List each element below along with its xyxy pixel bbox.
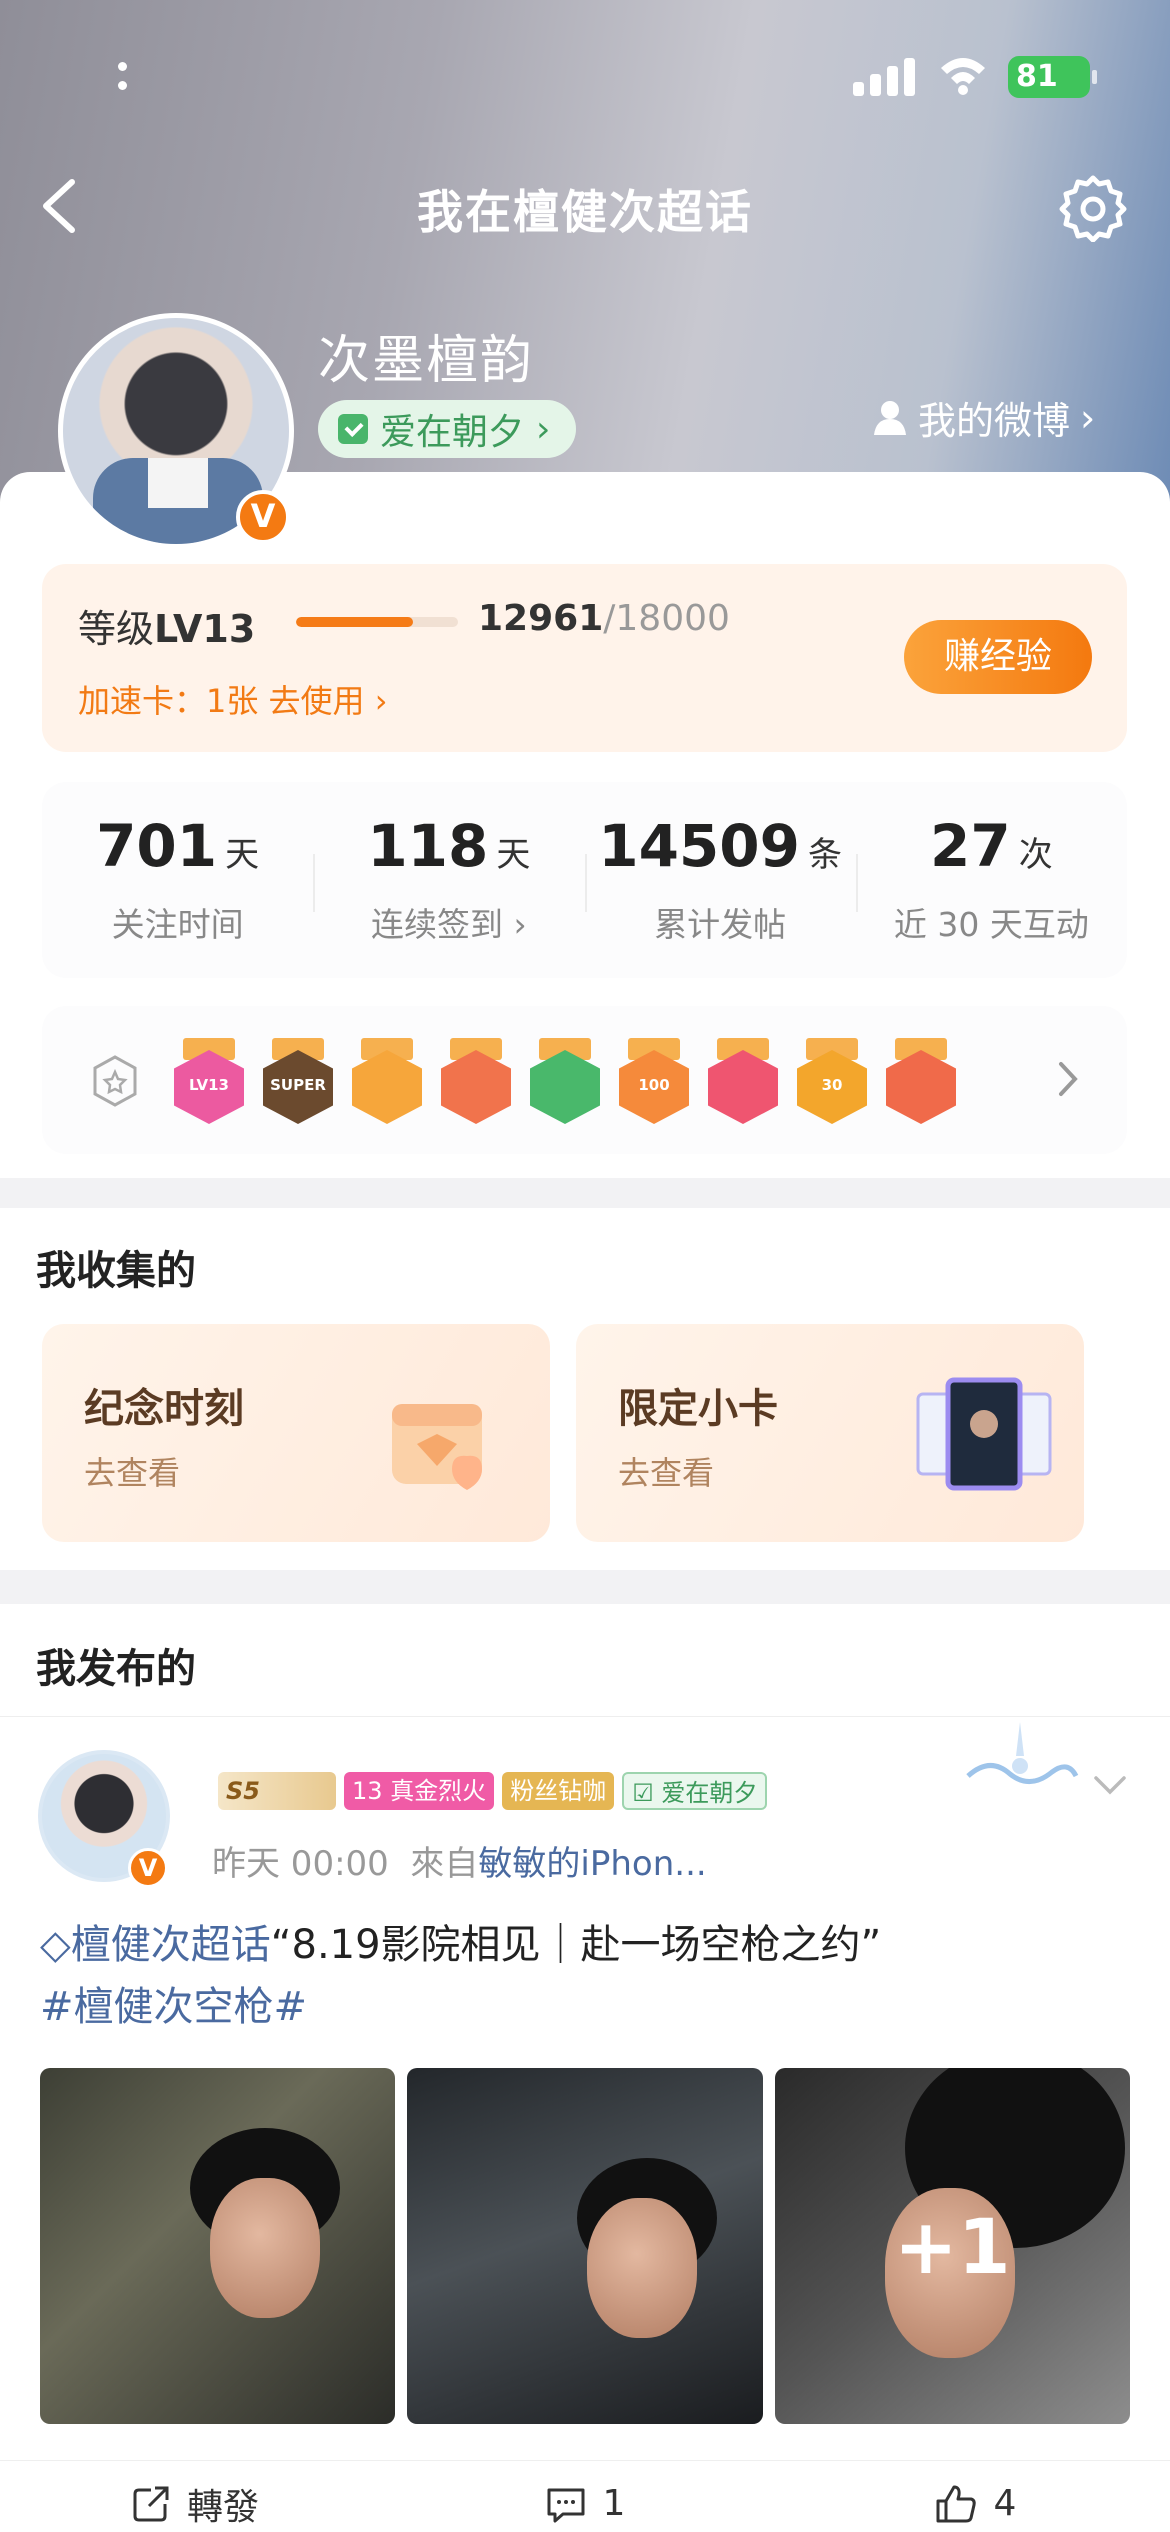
post-action-bar: 轉發 1 4 — [0, 2460, 1170, 2532]
memorial-moments-card[interactable]: 纪念时刻 去查看 — [42, 1324, 550, 1542]
level-panel: 等级LV13 12961/18000 加速卡：1张 去使用 › 赚经验 — [42, 564, 1127, 752]
repost-button[interactable]: 轉發 — [0, 2461, 390, 2532]
profile-card: 等级LV13 12961/18000 加速卡：1张 去使用 › 赚经验 701 天… — [0, 472, 1170, 1178]
cat-badge[interactable] — [441, 1038, 511, 1124]
chevron-right-icon[interactable] — [1053, 1054, 1083, 1104]
wifi-icon — [941, 58, 985, 95]
badge-hex: 30 — [797, 1050, 867, 1124]
stats-panel: 701 天 关注时间 118 天 连续签到 › 14509 条 累计发帖 27 次 近 … — [42, 782, 1127, 978]
decoration-splash-icon — [966, 1722, 1079, 1784]
comment-icon — [547, 2488, 585, 2522]
thumbs-up-icon — [936, 2485, 976, 2522]
post-image-more[interactable]: +1 — [774, 2068, 1130, 2424]
avatar-collar — [148, 458, 208, 508]
limited-cards-title: 限定小卡 — [618, 1386, 778, 1432]
s5-badge: S5 — [218, 1772, 336, 1810]
my-weibo-label: 我的微博 — [918, 399, 1071, 443]
post-image-grid: +1 — [40, 2068, 1130, 2424]
memorial-moments-subtitle: 去查看 — [84, 1454, 181, 1492]
status-bar: 81 — [0, 0, 1170, 150]
lv-badge[interactable]: LV13 — [174, 1038, 244, 1124]
published-title: 我发布的 — [36, 1646, 196, 1692]
super-topic-link[interactable]: ◇檀健次超话 — [40, 1922, 271, 1968]
love-pill-label: 爱在朝夕 — [380, 412, 525, 453]
30days-badge[interactable]: 30 — [797, 1038, 867, 1124]
limited-cards-subtitle: 去查看 — [618, 1454, 715, 1492]
verified-badge: V — [236, 490, 290, 544]
stat-follow-days: 701 天 关注时间 — [96, 812, 260, 944]
stat-checkin-streak[interactable]: 118 天 连续签到 › — [313, 782, 584, 978]
crown-badge[interactable] — [352, 1038, 422, 1124]
badge-hex — [352, 1050, 422, 1124]
level-progress-bar — [296, 617, 458, 627]
fan-level-badge: 13 真金烈火 — [344, 1772, 495, 1810]
collection-title: 我收集的 — [36, 1248, 196, 1294]
badge-hex: SUPER — [263, 1050, 333, 1124]
earn-exp-button[interactable]: 赚经验 — [904, 620, 1092, 694]
super-badge[interactable]: SUPER — [263, 1038, 333, 1124]
badge-hex — [530, 1050, 600, 1124]
love-pill-button[interactable]: 爱在朝夕 › — [318, 400, 577, 458]
verified-badge: V — [128, 1848, 168, 1888]
experience-count: 12961/18000 — [478, 598, 730, 639]
bunny-badge[interactable] — [886, 1038, 956, 1124]
badge-label: SUPER — [270, 1076, 326, 1094]
username: 次墨檀韵 — [318, 331, 535, 391]
like-button[interactable]: 4 — [780, 2461, 1170, 2532]
hand-badge[interactable] — [530, 1038, 600, 1124]
more-images-count: +1 — [894, 2201, 1011, 2291]
chevron-right-icon: › — [1080, 395, 1096, 440]
badge-hex — [886, 1050, 956, 1124]
hashtag-link[interactable]: #檀健次空枪# — [40, 1984, 307, 2030]
post-body: ◇檀健次超话“8.19影院相见｜赴一场空枪之约” #檀健次空枪# — [40, 1914, 1130, 2038]
collection-section: 我收集的 纪念时刻 去查看 限定小卡 去查看 — [0, 1208, 1170, 1570]
badge-label: LV13 — [189, 1076, 229, 1094]
badge-hex: LV13 — [174, 1050, 244, 1124]
chevron-down-icon[interactable] — [1090, 1770, 1130, 1800]
calendar-check-icon — [338, 414, 368, 444]
badge-label: 30 — [821, 1076, 843, 1094]
calendar-heart-icon — [392, 1404, 482, 1490]
person-icon — [874, 400, 906, 435]
stat-total-posts: 14509 条 累计发帖 — [584, 782, 856, 978]
trophy-badge[interactable] — [708, 1038, 778, 1124]
gear-icon[interactable] — [1058, 172, 1128, 242]
photo-cards-icon — [916, 1377, 1052, 1491]
stat-interactions: 27 次 近 30 天互动 — [855, 782, 1127, 978]
badge-shield-icon — [93, 1055, 137, 1107]
repost-label: 轉發 — [186, 2486, 259, 2528]
love-tag: ☑ 爱在朝夕 — [622, 1772, 768, 1810]
like-count: 4 — [993, 2483, 1017, 2524]
post-text: “8.19影院相见｜赴一场空枪之约” — [270, 1922, 882, 1968]
post-source-link[interactable]: 敏敏的iPhon... — [478, 1844, 706, 1884]
badge-hex — [441, 1050, 511, 1124]
badge-hex: 100 — [619, 1050, 689, 1124]
comment-button[interactable]: 1 — [390, 2461, 780, 2532]
100days-badge[interactable]: 100 — [619, 1038, 689, 1124]
fan-tier-badge: 粉丝钻咖 — [502, 1772, 615, 1810]
cellular-signal-icon — [853, 56, 915, 96]
badge-wall[interactable]: LV13 SUPER 100 30 — [42, 1006, 1127, 1154]
page-title: 我在檀健次超话 — [417, 185, 753, 239]
speed-card-link[interactable]: 加速卡：1张 去使用 › — [78, 676, 388, 722]
badge-label: 100 — [638, 1076, 670, 1094]
comment-count: 1 — [602, 2483, 626, 2524]
limited-cards-card[interactable]: 限定小卡 去查看 — [576, 1324, 1084, 1542]
post-author-tags: S5 13 真金烈火 粉丝钻咖 ☑ 爱在朝夕 — [218, 1772, 768, 1810]
post-image[interactable] — [407, 2068, 763, 2424]
post-meta: 昨天 00:00 來自敏敏的iPhon... — [212, 1844, 707, 1884]
level-progress-fill — [296, 617, 413, 627]
repost-icon — [133, 2486, 169, 2521]
top-navigation: 我在檀健次超话 — [0, 160, 1170, 252]
my-weibo-link[interactable]: 我的微博 › — [872, 390, 1095, 445]
battery-indicator: 81 — [1008, 56, 1097, 98]
chevron-right-icon: › — [536, 408, 551, 450]
dynamic-island-indicator — [118, 62, 128, 96]
level-label: 等级LV13 — [78, 607, 256, 651]
post-image[interactable] — [40, 2068, 396, 2424]
badge-hex — [708, 1050, 778, 1124]
memorial-moments-title: 纪念时刻 — [84, 1386, 244, 1432]
